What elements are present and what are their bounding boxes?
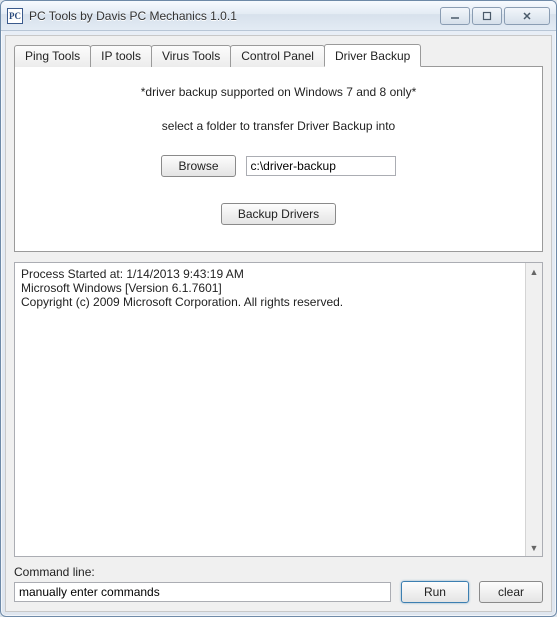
- command-line-label: Command line:: [14, 565, 543, 579]
- browse-row: Browse: [27, 155, 530, 177]
- titlebar[interactable]: PC PC Tools by Davis PC Mechanics 1.0.1: [1, 1, 556, 31]
- close-icon: [522, 11, 532, 21]
- run-button[interactable]: Run: [401, 581, 469, 603]
- window-controls: [438, 7, 550, 25]
- tabstrip: Ping Tools IP tools Virus Tools Control …: [14, 45, 543, 67]
- minimize-icon: [450, 11, 460, 21]
- command-controls: Run clear: [14, 581, 543, 603]
- tab-control: Ping Tools IP tools Virus Tools Control …: [14, 44, 543, 252]
- support-note: *driver backup supported on Windows 7 an…: [27, 85, 530, 99]
- tab-control-panel[interactable]: Control Panel: [230, 45, 325, 67]
- client-area: Ping Tools IP tools Virus Tools Control …: [5, 35, 552, 612]
- backup-drivers-button[interactable]: Backup Drivers: [221, 203, 336, 225]
- scroll-up-icon[interactable]: ▲: [526, 263, 543, 280]
- browse-button[interactable]: Browse: [161, 155, 235, 177]
- window-title: PC Tools by Davis PC Mechanics 1.0.1: [29, 9, 237, 23]
- scrollbar[interactable]: ▲ ▼: [525, 263, 542, 556]
- close-button[interactable]: [504, 7, 550, 25]
- console-text[interactable]: Process Started at: 1/14/2013 9:43:19 AM…: [15, 263, 525, 556]
- tab-panel-driver-backup: *driver backup supported on Windows 7 an…: [14, 66, 543, 252]
- scroll-down-icon[interactable]: ▼: [526, 539, 543, 556]
- minimize-button[interactable]: [440, 7, 470, 25]
- command-row: Command line: Run clear: [14, 565, 543, 603]
- command-input[interactable]: [14, 582, 391, 602]
- tab-virus-tools[interactable]: Virus Tools: [151, 45, 231, 67]
- path-input[interactable]: [246, 156, 396, 176]
- maximize-button[interactable]: [472, 7, 502, 25]
- maximize-icon: [482, 11, 492, 21]
- console-output: Process Started at: 1/14/2013 9:43:19 AM…: [14, 262, 543, 557]
- app-icon: PC: [7, 8, 23, 24]
- tab-ip-tools[interactable]: IP tools: [90, 45, 152, 67]
- tab-ping-tools[interactable]: Ping Tools: [14, 45, 91, 67]
- clear-button[interactable]: clear: [479, 581, 543, 603]
- window-frame: PC PC Tools by Davis PC Mechanics 1.0.1 …: [0, 0, 557, 617]
- tab-driver-backup[interactable]: Driver Backup: [324, 44, 421, 67]
- instruction-text: select a folder to transfer Driver Backu…: [27, 119, 530, 133]
